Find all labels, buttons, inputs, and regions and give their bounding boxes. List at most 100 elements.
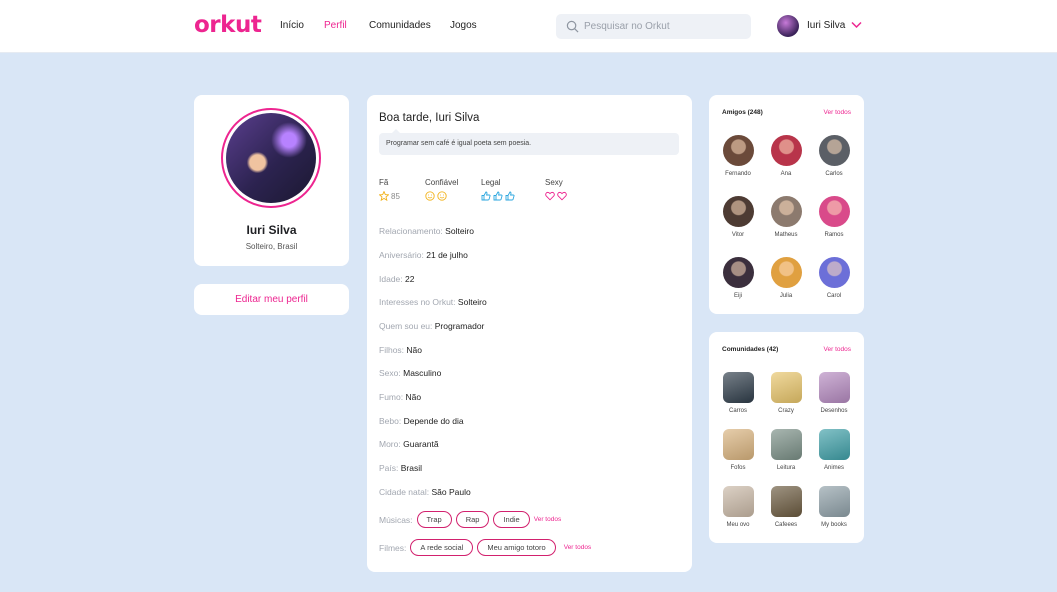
- profile-photo-ring: [221, 108, 321, 208]
- friend-avatar[interactable]: [722, 257, 754, 288]
- community-name: Cafeees: [774, 522, 798, 528]
- info-bebo: Bebo: Depende do dia: [379, 416, 464, 426]
- heart-icon[interactable]: [557, 191, 567, 201]
- friend-item[interactable]: Eiji: [714, 257, 762, 299]
- info-label: Cidade natal:: [379, 487, 430, 497]
- friend-name: Matheus: [774, 232, 798, 238]
- friend-avatar[interactable]: [722, 135, 754, 166]
- nav-comunidades[interactable]: Comunidades: [369, 20, 431, 31]
- friend-avatar[interactable]: [818, 196, 850, 227]
- friend-avatar[interactable]: [770, 257, 802, 288]
- friend-item[interactable]: Ramos: [810, 196, 858, 238]
- info-label: Idade:: [379, 274, 403, 284]
- info-value: Solteiro: [445, 226, 474, 236]
- community-item[interactable]: Animes: [810, 429, 858, 471]
- rating-confiavel: Confiável: [425, 178, 458, 201]
- musicas-label: Músicas:: [379, 514, 413, 525]
- thumbs-up-icon[interactable]: [505, 191, 515, 201]
- community-item[interactable]: Fofos: [714, 429, 762, 471]
- thumbs-up-icon[interactable]: [481, 191, 491, 201]
- community-item[interactable]: Cafeees: [762, 486, 810, 528]
- chevron-down-icon[interactable]: [851, 21, 862, 29]
- avatar[interactable]: [777, 15, 799, 37]
- community-name: My books: [821, 522, 847, 528]
- communities-title: Comunidades (42): [722, 346, 779, 353]
- movie-tag-a-rede-social[interactable]: A rede social: [410, 539, 474, 556]
- friend-name: Carlos: [825, 171, 843, 177]
- nav-inicio[interactable]: Início: [280, 20, 304, 31]
- info-interesses: Interesses no Orkut: Solteiro: [379, 297, 487, 307]
- community-image[interactable]: [722, 486, 754, 517]
- community-image[interactable]: [770, 372, 802, 403]
- smiley-icon[interactable]: [425, 191, 435, 201]
- community-image[interactable]: [770, 486, 802, 517]
- friend-avatar[interactable]: [818, 135, 850, 166]
- community-item[interactable]: Desenhos: [810, 372, 858, 414]
- info-label: Relacionamento:: [379, 226, 443, 236]
- rating-fa-label: Fã: [379, 178, 389, 187]
- friend-avatar[interactable]: [818, 257, 850, 288]
- community-item[interactable]: Leitura: [762, 429, 810, 471]
- info-sexo: Sexo: Masculino: [379, 368, 441, 378]
- community-name: Desenhos: [820, 408, 848, 414]
- friend-item[interactable]: Ana: [762, 135, 810, 177]
- community-image[interactable]: [818, 486, 850, 517]
- friend-avatar[interactable]: [770, 196, 802, 227]
- profile-photo[interactable]: [226, 113, 316, 203]
- info-label: Moro:: [379, 439, 401, 449]
- edit-profile-button[interactable]: Editar meu perfil: [194, 284, 349, 315]
- info-value: Brasil: [400, 463, 423, 473]
- search-icon: [566, 20, 579, 33]
- info-value: Não: [406, 345, 423, 355]
- profile-status: Solteiro, Brasil: [245, 242, 298, 251]
- friend-name: Eiji: [733, 293, 742, 299]
- friends-card: Amigos (248) Ver todos Fernando Ana Carlos…: [709, 95, 864, 314]
- musicas-row: Músicas: Trap Rap Indie Ver todos: [379, 511, 561, 528]
- friend-item[interactable]: Carol: [810, 257, 858, 299]
- friend-avatar[interactable]: [770, 135, 802, 166]
- community-image[interactable]: [770, 429, 802, 460]
- community-image[interactable]: [722, 429, 754, 460]
- user-name[interactable]: Iuri Silva: [807, 20, 845, 31]
- friend-item[interactable]: Julia: [762, 257, 810, 299]
- music-tag-rap[interactable]: Rap: [455, 511, 490, 528]
- friend-item[interactable]: Fernando: [714, 135, 762, 177]
- info-label: Bebo:: [379, 416, 402, 426]
- info-value: Solteiro: [457, 297, 487, 307]
- nav-perfil[interactable]: Perfil: [324, 20, 347, 31]
- friend-item[interactable]: Vitor: [714, 196, 762, 238]
- community-image[interactable]: [722, 372, 754, 403]
- info-value: Masculino: [403, 368, 442, 378]
- community-name: Crazy: [778, 408, 794, 414]
- friend-item[interactable]: Carlos: [810, 135, 858, 177]
- communities-see-all-link[interactable]: Ver todos: [824, 346, 851, 353]
- star-icon[interactable]: [379, 191, 389, 201]
- community-item[interactable]: Crazy: [762, 372, 810, 414]
- smiley-icon[interactable]: [437, 191, 447, 201]
- community-image[interactable]: [818, 429, 850, 460]
- heart-icon[interactable]: [545, 191, 555, 201]
- community-item[interactable]: Meu ovo: [714, 486, 762, 528]
- community-item[interactable]: Carros: [714, 372, 762, 414]
- search-input[interactable]: Pesquisar no Orkut: [556, 14, 751, 39]
- music-tag-indie[interactable]: Indie: [493, 511, 530, 528]
- info-quem-sou-eu: Quem sou eu: Programador: [379, 321, 484, 331]
- music-tag-trap[interactable]: Trap: [416, 511, 452, 528]
- friends-see-all-link[interactable]: Ver todos: [824, 109, 851, 116]
- orkut-logo[interactable]: orkut: [194, 12, 262, 38]
- movie-tag-meu-amigo-totoro[interactable]: Meu amigo totoro: [477, 539, 556, 556]
- musicas-see-all-link[interactable]: Ver todos: [534, 516, 561, 523]
- community-image[interactable]: [818, 372, 850, 403]
- thumbs-up-icon[interactable]: [493, 191, 503, 201]
- friend-name: Ana: [780, 171, 792, 177]
- nav-jogos[interactable]: Jogos: [450, 20, 477, 31]
- filmes-see-all-link[interactable]: Ver todos: [564, 544, 591, 551]
- friend-item[interactable]: Matheus: [762, 196, 810, 238]
- info-value: 21 de julho: [426, 250, 468, 260]
- filmes-row: Filmes: A rede social Meu amigo totoro V…: [379, 539, 591, 556]
- info-label: Aniversário:: [379, 250, 424, 260]
- community-item[interactable]: My books: [810, 486, 858, 528]
- greeting: Boa tarde, Iuri Silva: [379, 112, 480, 124]
- fan-count: 85: [391, 191, 400, 201]
- friend-avatar[interactable]: [722, 196, 754, 227]
